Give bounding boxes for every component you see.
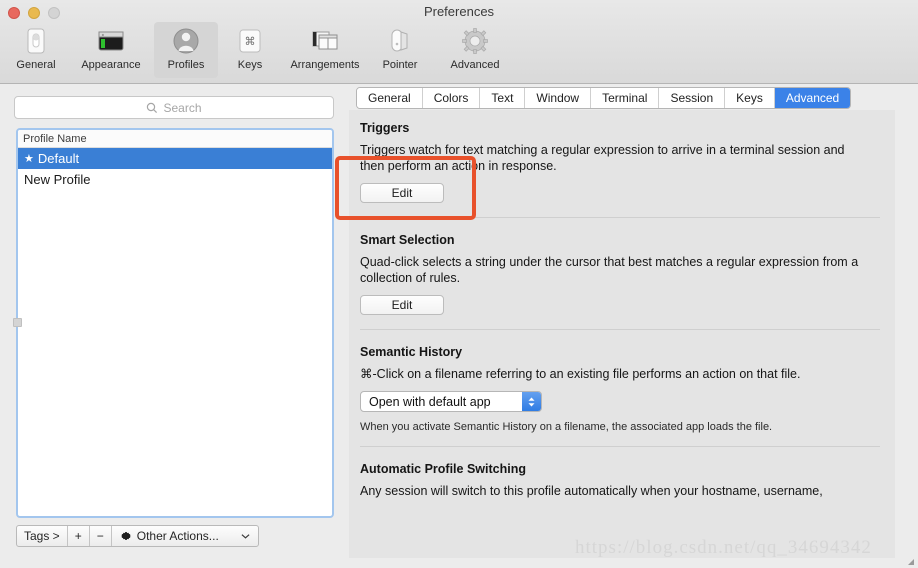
tab-window[interactable]: Window [525,88,592,108]
toolbar-item-keys[interactable]: ⌘ Keys [218,22,282,78]
svg-text:⌘: ⌘ [245,36,256,48]
semantic-history-action-select[interactable]: Open with default app [360,391,542,412]
title-bar: Preferences General × Appearance Profile… [0,0,918,84]
toolbar-item-advanced[interactable]: Advanced [432,22,518,78]
profile-list-header: Profile Name [18,130,332,148]
column-header-profile-name: Profile Name [23,132,87,145]
keys-icon: ⌘ [235,25,265,57]
profile-list[interactable]: Profile Name ★ Default New Profile [16,128,334,518]
preferences-toolbar: General × Appearance Profiles ⌘ Keys Arr… [4,22,518,80]
toolbar-label-general: General [16,59,56,71]
sidebar-resize-handle[interactable] [13,318,22,327]
smart-selection-edit-button[interactable]: Edit [360,295,444,315]
resize-grip-icon[interactable] [905,556,915,566]
smart-selection-title: Smart Selection [360,233,455,247]
triggers-title: Triggers [360,121,410,135]
section-semantic-history: Semantic History ⌘-Click on a filename r… [349,330,895,447]
tab-session[interactable]: Session [659,88,726,108]
section-triggers: Triggers Triggers watch for text matchin… [349,110,895,218]
triggers-edit-button[interactable]: Edit [360,183,444,203]
section-smart-selection: Smart Selection Quad-click selects a str… [349,218,895,330]
tab-advanced[interactable]: Advanced [774,88,851,108]
toolbar-item-arrangements[interactable]: Arrangements [282,22,368,78]
smart-selection-description: Quad-click selects a string under the cu… [360,255,859,285]
window-title: Preferences [423,4,495,19]
profile-row-default[interactable]: ★ Default [18,148,332,169]
gear-icon [120,532,131,540]
preferences-window: Preferences General × Appearance Profile… [0,0,918,568]
section-automatic-profile-switching: Automatic Profile Switching Any session … [349,447,895,499]
profile-row-label: Default [37,151,80,166]
chevron-down-icon [241,534,250,539]
default-profile-star-icon: ★ [24,153,34,165]
semantic-history-note: When you activate Semantic History on a … [360,421,773,433]
toolbar-item-pointer[interactable]: Pointer [368,22,432,78]
semantic-history-selected-value: Open with default app [369,394,491,409]
tab-text[interactable]: Text [480,88,526,108]
stepper-arrows-icon[interactable] [522,392,541,411]
tab-terminal[interactable]: Terminal [591,88,660,108]
toolbar-label-appearance: Appearance [81,59,141,71]
automatic-profile-switching-title: Automatic Profile Switching [360,462,526,476]
profiles-icon [171,25,201,57]
toolbar-label-arrangements: Arrangements [290,59,360,71]
semantic-history-title: Semantic History [360,345,463,359]
svg-text:×: × [102,33,105,38]
triggers-description: Triggers watch for text matching a regul… [360,143,845,173]
remove-profile-button[interactable]: − [90,526,112,546]
toolbar-label-keys: Keys [237,59,263,71]
tab-general[interactable]: General [357,88,423,108]
other-actions-label: Other Actions... [136,529,219,543]
tab-colors[interactable]: Colors [422,88,481,108]
add-profile-button[interactable]: + [68,526,90,546]
semantic-history-description: ⌘-Click on a filename referring to an ex… [360,367,801,381]
search-icon [147,102,158,113]
watermark-text: https://blog.csdn.net/qq_34694342 [575,537,872,558]
pointer-icon [385,25,415,57]
toolbar-item-appearance[interactable]: × Appearance [68,22,154,78]
tab-keys[interactable]: Keys [725,88,775,108]
toolbar-label-profiles: Profiles [167,59,205,71]
general-icon [21,25,51,57]
profile-list-toolbar: Tags > + − Other Actions... [16,525,259,547]
automatic-profile-switching-description: Any session will switch to this profile … [360,484,823,498]
toolbar-item-general[interactable]: General [4,22,68,78]
profile-row-label: New Profile [24,172,91,187]
profile-row-new-profile[interactable]: New Profile [18,169,332,190]
appearance-icon: × [96,25,126,57]
tags-button[interactable]: Tags > [17,526,68,546]
other-actions-menu[interactable]: Other Actions... [112,526,258,546]
toolbar-label-advanced: Advanced [450,59,500,71]
arrangements-icon [310,25,340,57]
toolbar-label-pointer: Pointer [382,59,418,71]
advanced-settings-panel: Triggers Triggers watch for text matchin… [349,110,895,558]
settings-tab-bar: General Colors Text Window Terminal Sess… [356,87,852,109]
search-placeholder: Search [163,100,202,115]
toolbar-item-profiles[interactable]: Profiles [154,22,218,78]
advanced-gear-icon [460,25,490,57]
search-field[interactable]: Search [14,96,334,119]
